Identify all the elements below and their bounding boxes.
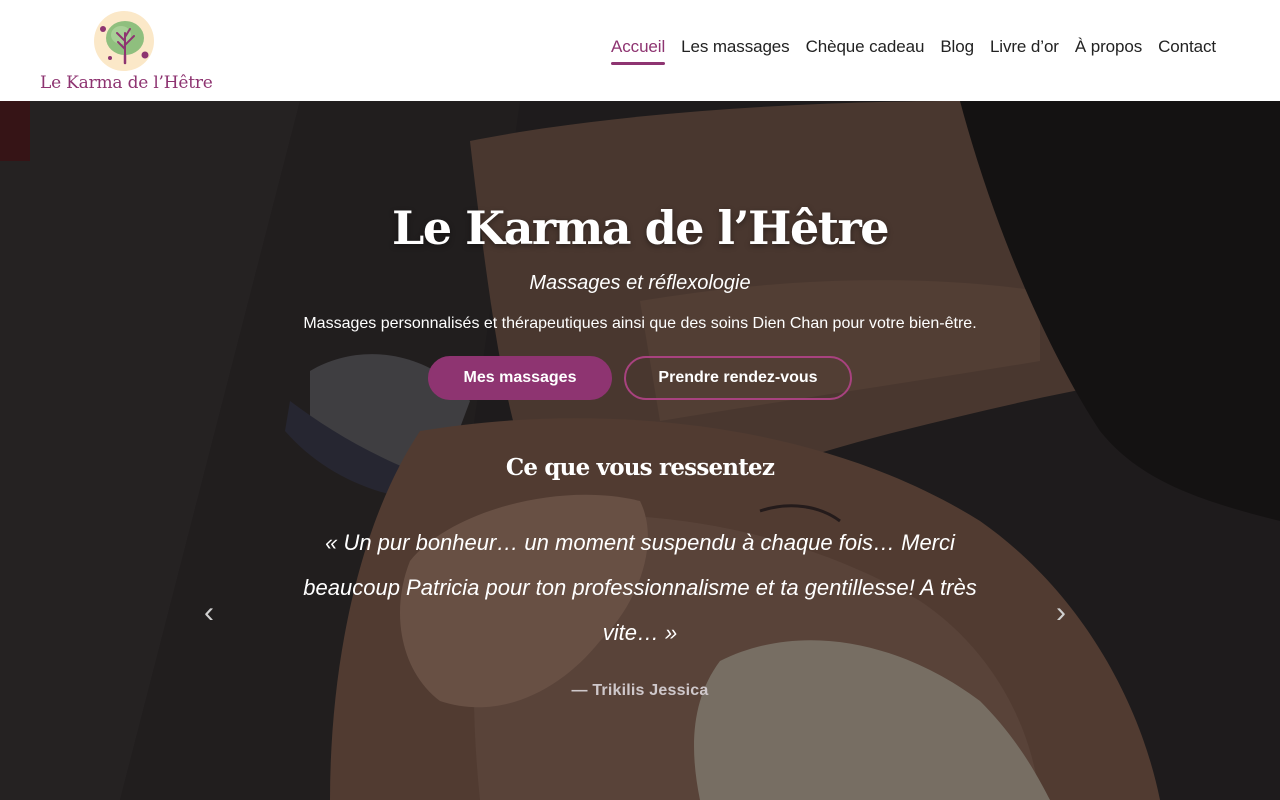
nav-item-accueil[interactable]: Accueil	[611, 37, 666, 65]
testimonial-quote: « Un pur bonheur… un moment suspendu à c…	[303, 530, 977, 645]
chevron-left-icon[interactable]: ‹	[204, 598, 214, 628]
mes-massages-button[interactable]: Mes massages	[428, 356, 612, 400]
testimonial-author: — Trikilis Jessica	[571, 682, 709, 699]
site-name: Le Karma de l’Hêtre	[40, 73, 213, 93]
nav-item-cheque-cadeau[interactable]: Chèque cadeau	[806, 37, 925, 65]
nav-item-contact[interactable]: Contact	[1158, 37, 1216, 65]
nav-item-blog[interactable]: Blog	[940, 37, 974, 65]
beech-tree-icon	[94, 11, 154, 71]
hero-title: Le Karma de l’Hêtre	[391, 201, 890, 255]
site-logo[interactable]: Le Karma de l’Hêtre	[40, 10, 213, 96]
hero-buttons: Mes massages Prendre rendez-vous	[0, 356, 1280, 400]
hero-subtitle: Massages et réflexologie	[529, 272, 751, 294]
nav-item-les-massages[interactable]: Les massages	[681, 37, 790, 65]
testimonials-title: Ce que vous ressentez	[505, 454, 775, 481]
hero-section: Le Karma de l’Hêtre Massages et réflexol…	[0, 101, 1280, 800]
site-header: Le Karma de l’Hêtre Accueil Les massages…	[0, 0, 1280, 101]
prendre-rendez-vous-button[interactable]: Prendre rendez-vous	[624, 356, 852, 400]
nav-item-livre-dor[interactable]: Livre d’or	[990, 37, 1059, 65]
main-nav: Accueil Les massages Chèque cadeau Blog …	[611, 37, 1216, 65]
nav-item-a-propos[interactable]: À propos	[1075, 37, 1142, 65]
chevron-right-icon[interactable]: ›	[1056, 598, 1066, 628]
hero-description: Massages personnalisés et thérapeutiques…	[303, 315, 977, 332]
